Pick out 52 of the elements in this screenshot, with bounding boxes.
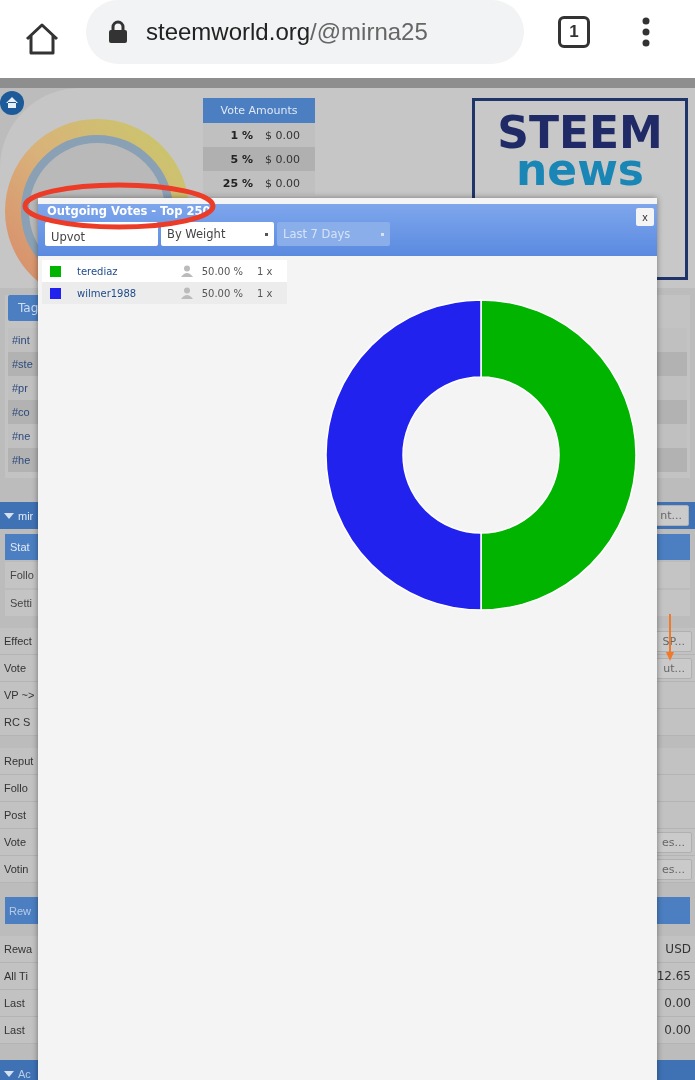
tag-link[interactable]: #co <box>8 406 30 418</box>
stat-label: Follo <box>3 782 28 794</box>
header-label: mir <box>18 509 34 522</box>
home-icon[interactable] <box>0 91 24 115</box>
vote-percent: 25 % <box>221 176 253 190</box>
reward-label: All Ti <box>3 970 28 982</box>
tag-link[interactable]: #he <box>8 454 31 466</box>
menu-icon[interactable] <box>642 17 650 47</box>
vote-percent: 5 % <box>229 152 253 166</box>
reward-value: 0.00 <box>664 996 691 1010</box>
stat-label: Vote <box>3 836 27 848</box>
stat-label: Vote <box>3 662 27 674</box>
reward-value: 0.00 <box>664 1023 691 1037</box>
reward-label: Last <box>3 997 25 1009</box>
stat-label: Effect <box>3 635 32 647</box>
reward-label: Last <box>3 1024 25 1036</box>
user-icon <box>181 265 193 277</box>
voter-link[interactable]: wilmer1988 <box>77 287 173 299</box>
tag-link[interactable]: #ste <box>8 358 33 370</box>
stat-label: Reput <box>3 755 34 767</box>
reward-value: USD <box>665 942 691 956</box>
vote-count: 1 x <box>257 265 273 277</box>
tab-count-button[interactable]: 1 <box>558 16 590 48</box>
collapse-icon <box>4 1070 14 1077</box>
collapse-icon <box>4 512 14 519</box>
tag-link[interactable]: #ne <box>8 430 31 442</box>
stat-label: Votin <box>3 863 29 875</box>
vote-count: 1 x <box>257 287 273 299</box>
address-bar[interactable]: steemworld.org/@mirna25 <box>86 0 524 64</box>
tag-link[interactable]: #int <box>8 334 30 346</box>
vote-percent: 50.00 % <box>200 265 243 277</box>
voter-link[interactable]: terediaz <box>77 265 173 277</box>
caret-icon <box>265 232 268 236</box>
vote-amounts-header: Vote Amounts <box>203 98 315 123</box>
vote-percent: 1 % <box>229 128 253 142</box>
user-icon <box>181 287 193 299</box>
tag-link[interactable]: #pr <box>8 382 28 394</box>
reward-value: 12.65 <box>656 969 691 983</box>
home-icon[interactable] <box>24 22 60 56</box>
reward-label: Rewa <box>3 943 33 955</box>
vote-percent: 50.00 % <box>200 287 243 299</box>
stat-label: Post <box>3 809 26 821</box>
dropdown[interactable]: By Weight <box>161 222 274 246</box>
stat-label: VP ~> <box>3 689 35 701</box>
close-button[interactable]: x <box>636 208 654 226</box>
vote-value: $ 0.00 <box>265 152 300 166</box>
header-label: Ac <box>18 1067 31 1080</box>
stat-label: RC S <box>3 716 31 728</box>
vote-value: $ 0.00 <box>265 176 300 190</box>
vote-value: $ 0.00 <box>265 128 300 142</box>
caret-icon <box>381 232 384 236</box>
lock-icon <box>108 20 128 44</box>
